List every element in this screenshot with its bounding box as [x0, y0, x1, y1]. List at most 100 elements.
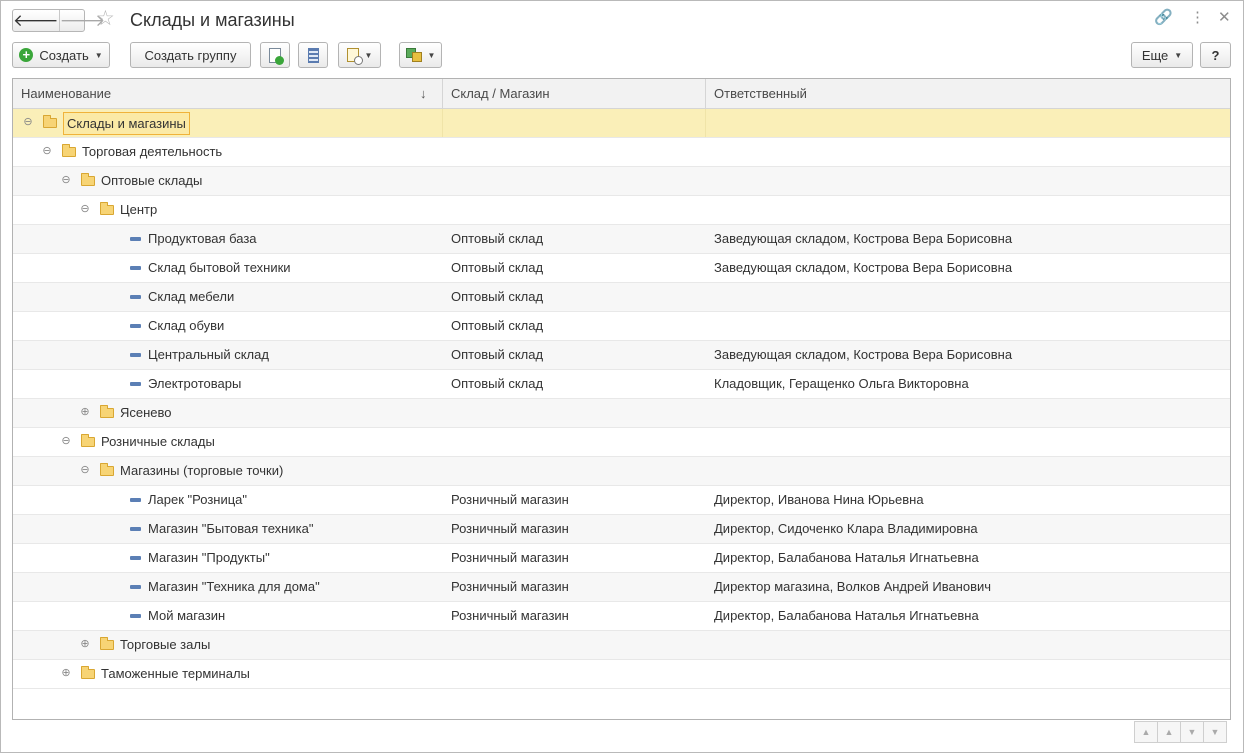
table-row[interactable]: Центральный склад Оптовый склад Заведующая… [13, 341, 1230, 370]
document-add-icon [269, 47, 284, 65]
item-icon [130, 295, 141, 299]
cell-name: Магазин "Продукты" [13, 544, 443, 572]
exchange-button[interactable]: ▼ [399, 42, 442, 68]
cell-responsible [706, 457, 1230, 485]
cell-responsible: Директор, Иванова Нина Юрьевна [714, 492, 924, 507]
scroll-down-icon: ▼ [1187, 727, 1197, 737]
item-icon [130, 614, 141, 618]
collapse-icon[interactable]: ⊖ [42, 146, 52, 157]
navigation-buttons: 🡐 🡒 [12, 9, 105, 32]
table-row[interactable]: Склад мебели Оптовый склад [13, 283, 1230, 312]
table-row[interactable]: ⊕ Торговые залы [13, 631, 1230, 660]
collapse-icon[interactable]: ⊖ [61, 175, 71, 186]
table-row[interactable]: ⊖ Центр [13, 196, 1230, 225]
cell-type: Оптовый склад [451, 260, 544, 275]
cell-name: Ларек "Розница" [13, 486, 443, 514]
column-header-responsible[interactable]: Ответственный [706, 79, 1230, 109]
collapse-icon[interactable]: ⊖ [80, 204, 90, 215]
cell-responsible: Директор магазина, Волков Андрей Иванови… [714, 579, 992, 594]
cell-name: ⊕ Торговые залы [13, 631, 443, 659]
reports-button[interactable]: ▼ [338, 42, 381, 68]
cell-type [443, 428, 706, 456]
collapse-icon[interactable]: ⊖ [80, 465, 90, 476]
folder-icon [81, 173, 95, 186]
link-icon[interactable]: 🔗 [1154, 10, 1173, 25]
cell-type [443, 109, 706, 137]
folder-icon [100, 463, 114, 476]
column-header-type[interactable]: Склад / Магазин [443, 79, 706, 109]
exchange-icon [405, 48, 422, 62]
cell-type: Розничный магазин [451, 492, 569, 507]
cell-type: Розничный магазин [451, 521, 569, 536]
scroll-down-button[interactable]: ▼ [1180, 721, 1204, 743]
cell-name: ⊖ Магазины (торговые точки) [13, 457, 443, 485]
chevron-down-icon: ▼ [427, 50, 436, 60]
row-name: Склад мебели [148, 289, 235, 304]
table-row[interactable]: Магазин "Бытовая техника" Розничный магаз… [13, 515, 1230, 544]
cell-responsible [706, 138, 1230, 166]
table-row[interactable]: Электротовары Оптовый склад Кладовщик, Гер… [13, 370, 1230, 399]
cell-type [443, 167, 706, 195]
create-button[interactable]: + Создать ▼ [12, 42, 110, 68]
cell-type [443, 138, 706, 166]
expand-icon[interactable]: ⊕ [80, 407, 90, 418]
copy-document-button[interactable] [260, 42, 290, 68]
cell-responsible [706, 312, 1230, 340]
scroll-bottom-button[interactable]: ▼ [1203, 721, 1227, 743]
table-row[interactable]: Ларек "Розница" Розничный магазин Директор… [13, 486, 1230, 515]
toolbar: + Создать ▼ Создать группу ▼ ▼ Еще ▼ ? [1, 42, 1243, 68]
cell-type: Оптовый склад [451, 289, 544, 304]
folder-icon [43, 115, 57, 128]
chevron-down-icon: ▼ [1174, 50, 1183, 60]
cell-name: ⊖ Склады и магазины [13, 109, 443, 137]
page-title: Склады и магазины [130, 10, 295, 30]
scroll-up-button[interactable]: ▲ [1157, 721, 1181, 743]
create-group-button[interactable]: Создать группу [130, 42, 251, 68]
table-row[interactable]: Продуктовая база Оптовый склад Заведующая … [13, 225, 1230, 254]
cell-responsible [706, 167, 1230, 195]
table-row[interactable]: ⊖ Торговая деятельность [13, 138, 1230, 167]
row-name: Торговая деятельность [82, 144, 223, 159]
more-button[interactable]: Еще ▼ [1131, 42, 1193, 68]
help-button[interactable]: ? [1200, 42, 1231, 68]
table-row[interactable]: ⊖ Оптовые склады [13, 167, 1230, 196]
item-icon [130, 353, 141, 357]
item-icon [130, 382, 141, 386]
table-row[interactable]: ⊖ Розничные склады [13, 428, 1230, 457]
table-row[interactable]: ⊕ Ясенево [13, 399, 1230, 428]
sort-descending-icon[interactable]: ↓ [420, 86, 427, 101]
cell-name: ⊕ Таможенные терминалы [13, 660, 443, 688]
create-group-button-label: Создать группу [144, 47, 237, 63]
table-row-selected[interactable]: ⊖ Склады и магазины [13, 109, 1230, 138]
scroll-top-button[interactable]: ▲ [1134, 721, 1158, 743]
expand-icon[interactable]: ⊕ [80, 639, 90, 650]
table-row[interactable]: Магазин "Продукты" Розничный магазин Дирек… [13, 544, 1230, 573]
close-icon[interactable]: ✕ [1218, 10, 1231, 25]
cell-name: ⊖ Торговая деятельность [13, 138, 443, 166]
table-row[interactable]: ⊖ Магазины (торговые точки) [13, 457, 1230, 486]
collapse-icon[interactable]: ⊖ [23, 117, 33, 128]
table-row[interactable]: Магазин "Техника для дома" Розничный мага… [13, 573, 1230, 602]
favorite-star-icon[interactable]: ☆ [96, 8, 115, 29]
column-header-name[interactable]: Наименование [13, 79, 443, 109]
table-row[interactable]: Склад бытовой техники Оптовый склад Заведу… [13, 254, 1230, 283]
cell-type [443, 457, 706, 485]
row-name: Ларек "Розница" [148, 492, 248, 507]
more-vertical-icon[interactable]: ⋮ [1190, 10, 1205, 25]
cell-name: Магазин "Техника для дома" [13, 573, 443, 601]
chevron-down-icon: ▼ [94, 50, 103, 60]
cell-type: Оптовый склад [451, 231, 544, 246]
list-view-button[interactable] [298, 42, 328, 68]
cell-name: ⊕ Ясенево [13, 399, 443, 427]
item-icon [130, 498, 141, 502]
table-row[interactable]: Мой магазин Розничный магазин Директор, Ба… [13, 602, 1230, 631]
title-bar: 🡐 🡒 ☆ Склады и магазины 🔗 ⋮ ✕ [1, 1, 1243, 39]
expand-icon[interactable]: ⊕ [61, 668, 71, 679]
table-row[interactable]: Склад обуви Оптовый склад [13, 312, 1230, 341]
table-row[interactable]: ⊕ Таможенные терминалы [13, 660, 1230, 689]
cell-name: Магазин "Бытовая техника" [13, 515, 443, 543]
collapse-icon[interactable]: ⊖ [61, 436, 71, 447]
item-icon [130, 527, 141, 531]
row-name: Торговые залы [120, 637, 211, 652]
back-button[interactable]: 🡐 [13, 10, 60, 31]
